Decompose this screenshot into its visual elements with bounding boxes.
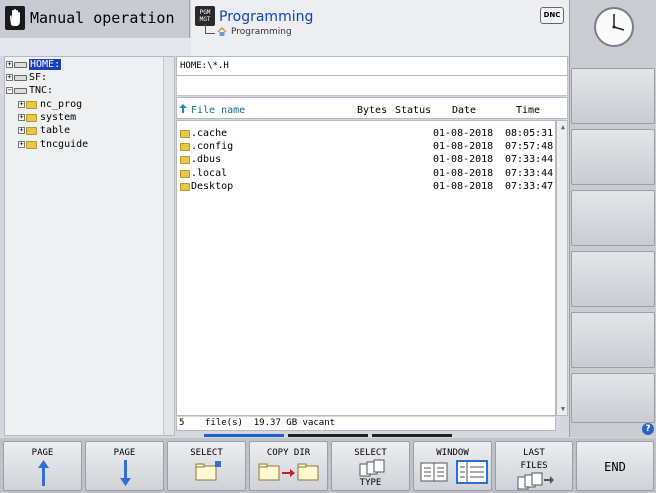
end-button[interactable]: END: [576, 441, 654, 491]
file-list-scrollbar[interactable]: ▲ ▼: [556, 120, 568, 416]
folder-icon: [26, 113, 37, 122]
arrow-down-icon: [120, 460, 131, 486]
program-breadcrumb: Programming: [205, 24, 325, 42]
tree-item-home[interactable]: + HOME:: [6, 58, 62, 71]
expand-icon[interactable]: +: [18, 114, 25, 121]
program-title: Programming: [219, 9, 314, 25]
vertical-softkey-2[interactable]: [571, 129, 655, 185]
softkey-row-1-indicator: [204, 434, 284, 437]
select-button[interactable]: SELECT: [167, 441, 246, 491]
column-status[interactable]: Status: [395, 105, 431, 116]
directory-tree[interactable]: + HOME: + SF: − TNC: + nc_prog + system …: [4, 56, 175, 436]
mode-panel: Manual operation: [0, 0, 190, 38]
mode-title: Manual operation: [30, 9, 175, 27]
vertical-softkey-3[interactable]: [571, 190, 655, 246]
dnc-icon[interactable]: DNC: [540, 7, 564, 24]
path-field[interactable]: HOME:\*.H: [176, 56, 568, 76]
drive-icon: [14, 74, 27, 81]
status-text: file(s) 19.37 GB vacant: [205, 418, 336, 428]
window-button[interactable]: WINDOW: [413, 441, 492, 491]
expand-icon[interactable]: +: [18, 127, 25, 134]
header-band: [0, 38, 191, 56]
drive-icon: [14, 87, 27, 94]
folder-icon: [26, 126, 37, 135]
tree-item-table[interactable]: + table: [18, 124, 70, 137]
tree-item-nc-prog[interactable]: + nc_prog: [18, 98, 82, 111]
file-type-icon: [359, 459, 385, 477]
last-files-button[interactable]: LAST FILES: [495, 441, 573, 491]
column-file-name[interactable]: File name: [191, 105, 245, 116]
column-bytes[interactable]: Bytes: [357, 105, 387, 116]
softkey-row-3-indicator: [372, 434, 452, 437]
path-text: HOME:\*.H: [180, 61, 229, 71]
select-type-button[interactable]: SELECT TYPE: [331, 441, 410, 491]
expand-icon[interactable]: +: [18, 101, 25, 108]
folder-icon: [26, 140, 37, 149]
help-icon[interactable]: ?: [642, 423, 654, 435]
expand-icon[interactable]: +: [6, 61, 13, 68]
window-layout-icon: [420, 460, 488, 484]
file-list[interactable]: .cache 01-08-2018 08:05:31 .config 01-08…: [176, 120, 556, 416]
arrow-up-icon: [38, 460, 49, 486]
tree-item-system[interactable]: + system: [18, 111, 76, 124]
column-header: File name Bytes Status Date Time: [176, 97, 568, 119]
file-row[interactable]: .config 01-08-2018 07:57:48: [177, 141, 557, 154]
folder-icon: [180, 130, 190, 138]
file-count: 5: [179, 418, 185, 428]
path-strip: [176, 76, 568, 96]
pgm-mgt-icon: PGM MGT: [195, 6, 215, 26]
page-up-button[interactable]: PAGE: [3, 441, 82, 491]
manual-hand-icon: [5, 6, 25, 30]
last-files-icon: [517, 472, 554, 490]
column-date[interactable]: Date: [452, 105, 476, 116]
expand-icon[interactable]: +: [6, 74, 13, 81]
folder-icon: [180, 156, 190, 164]
expand-icon[interactable]: +: [18, 141, 25, 148]
file-row[interactable]: .dbus 01-08-2018 07:33:44: [177, 154, 557, 167]
folder-icon: [26, 100, 37, 109]
tree-item-sf[interactable]: + SF:: [6, 71, 47, 84]
file-row[interactable]: .local 01-08-2018 07:33:44: [177, 168, 557, 181]
sort-ascending-icon[interactable]: [179, 104, 187, 113]
column-time[interactable]: Time: [516, 105, 540, 116]
scroll-down-icon[interactable]: ▼: [559, 405, 567, 413]
program-subtitle: Programming: [231, 27, 292, 37]
drive-icon: [14, 61, 27, 68]
tree-item-tncguide[interactable]: + tncguide: [18, 138, 88, 151]
vertical-softkey-4[interactable]: [571, 251, 655, 307]
softkey-row-2-indicator: [288, 434, 368, 437]
vertical-softkey-1[interactable]: [571, 68, 655, 124]
copy-dir-button[interactable]: COPY DIR: [249, 441, 328, 491]
program-panel: PGM MGT Programming Programming DNC: [191, 0, 569, 56]
vertical-softkey-5[interactable]: [571, 312, 655, 368]
select-folder-icon: [195, 461, 221, 481]
tree-scrollbar[interactable]: [163, 57, 174, 435]
page-down-button[interactable]: PAGE: [85, 441, 164, 491]
clock-icon: [594, 7, 634, 47]
scroll-up-icon[interactable]: ▲: [559, 123, 567, 131]
status-bar: 5 file(s) 19.37 GB vacant: [176, 417, 556, 431]
folder-icon: [180, 143, 190, 151]
vertical-softkey-6[interactable]: [571, 373, 655, 423]
folder-icon: [180, 183, 190, 191]
file-row[interactable]: .cache 01-08-2018 08:05:31: [177, 128, 557, 141]
tree-link-icon: [205, 24, 215, 34]
file-row[interactable]: Desktop 01-08-2018 07:33:47: [177, 181, 557, 194]
collapse-icon[interactable]: −: [6, 87, 13, 94]
home-icon: [217, 27, 227, 36]
folder-icon: [180, 170, 190, 178]
copy-folder-icon: [258, 463, 319, 481]
tree-item-tnc[interactable]: − TNC:: [6, 84, 53, 97]
